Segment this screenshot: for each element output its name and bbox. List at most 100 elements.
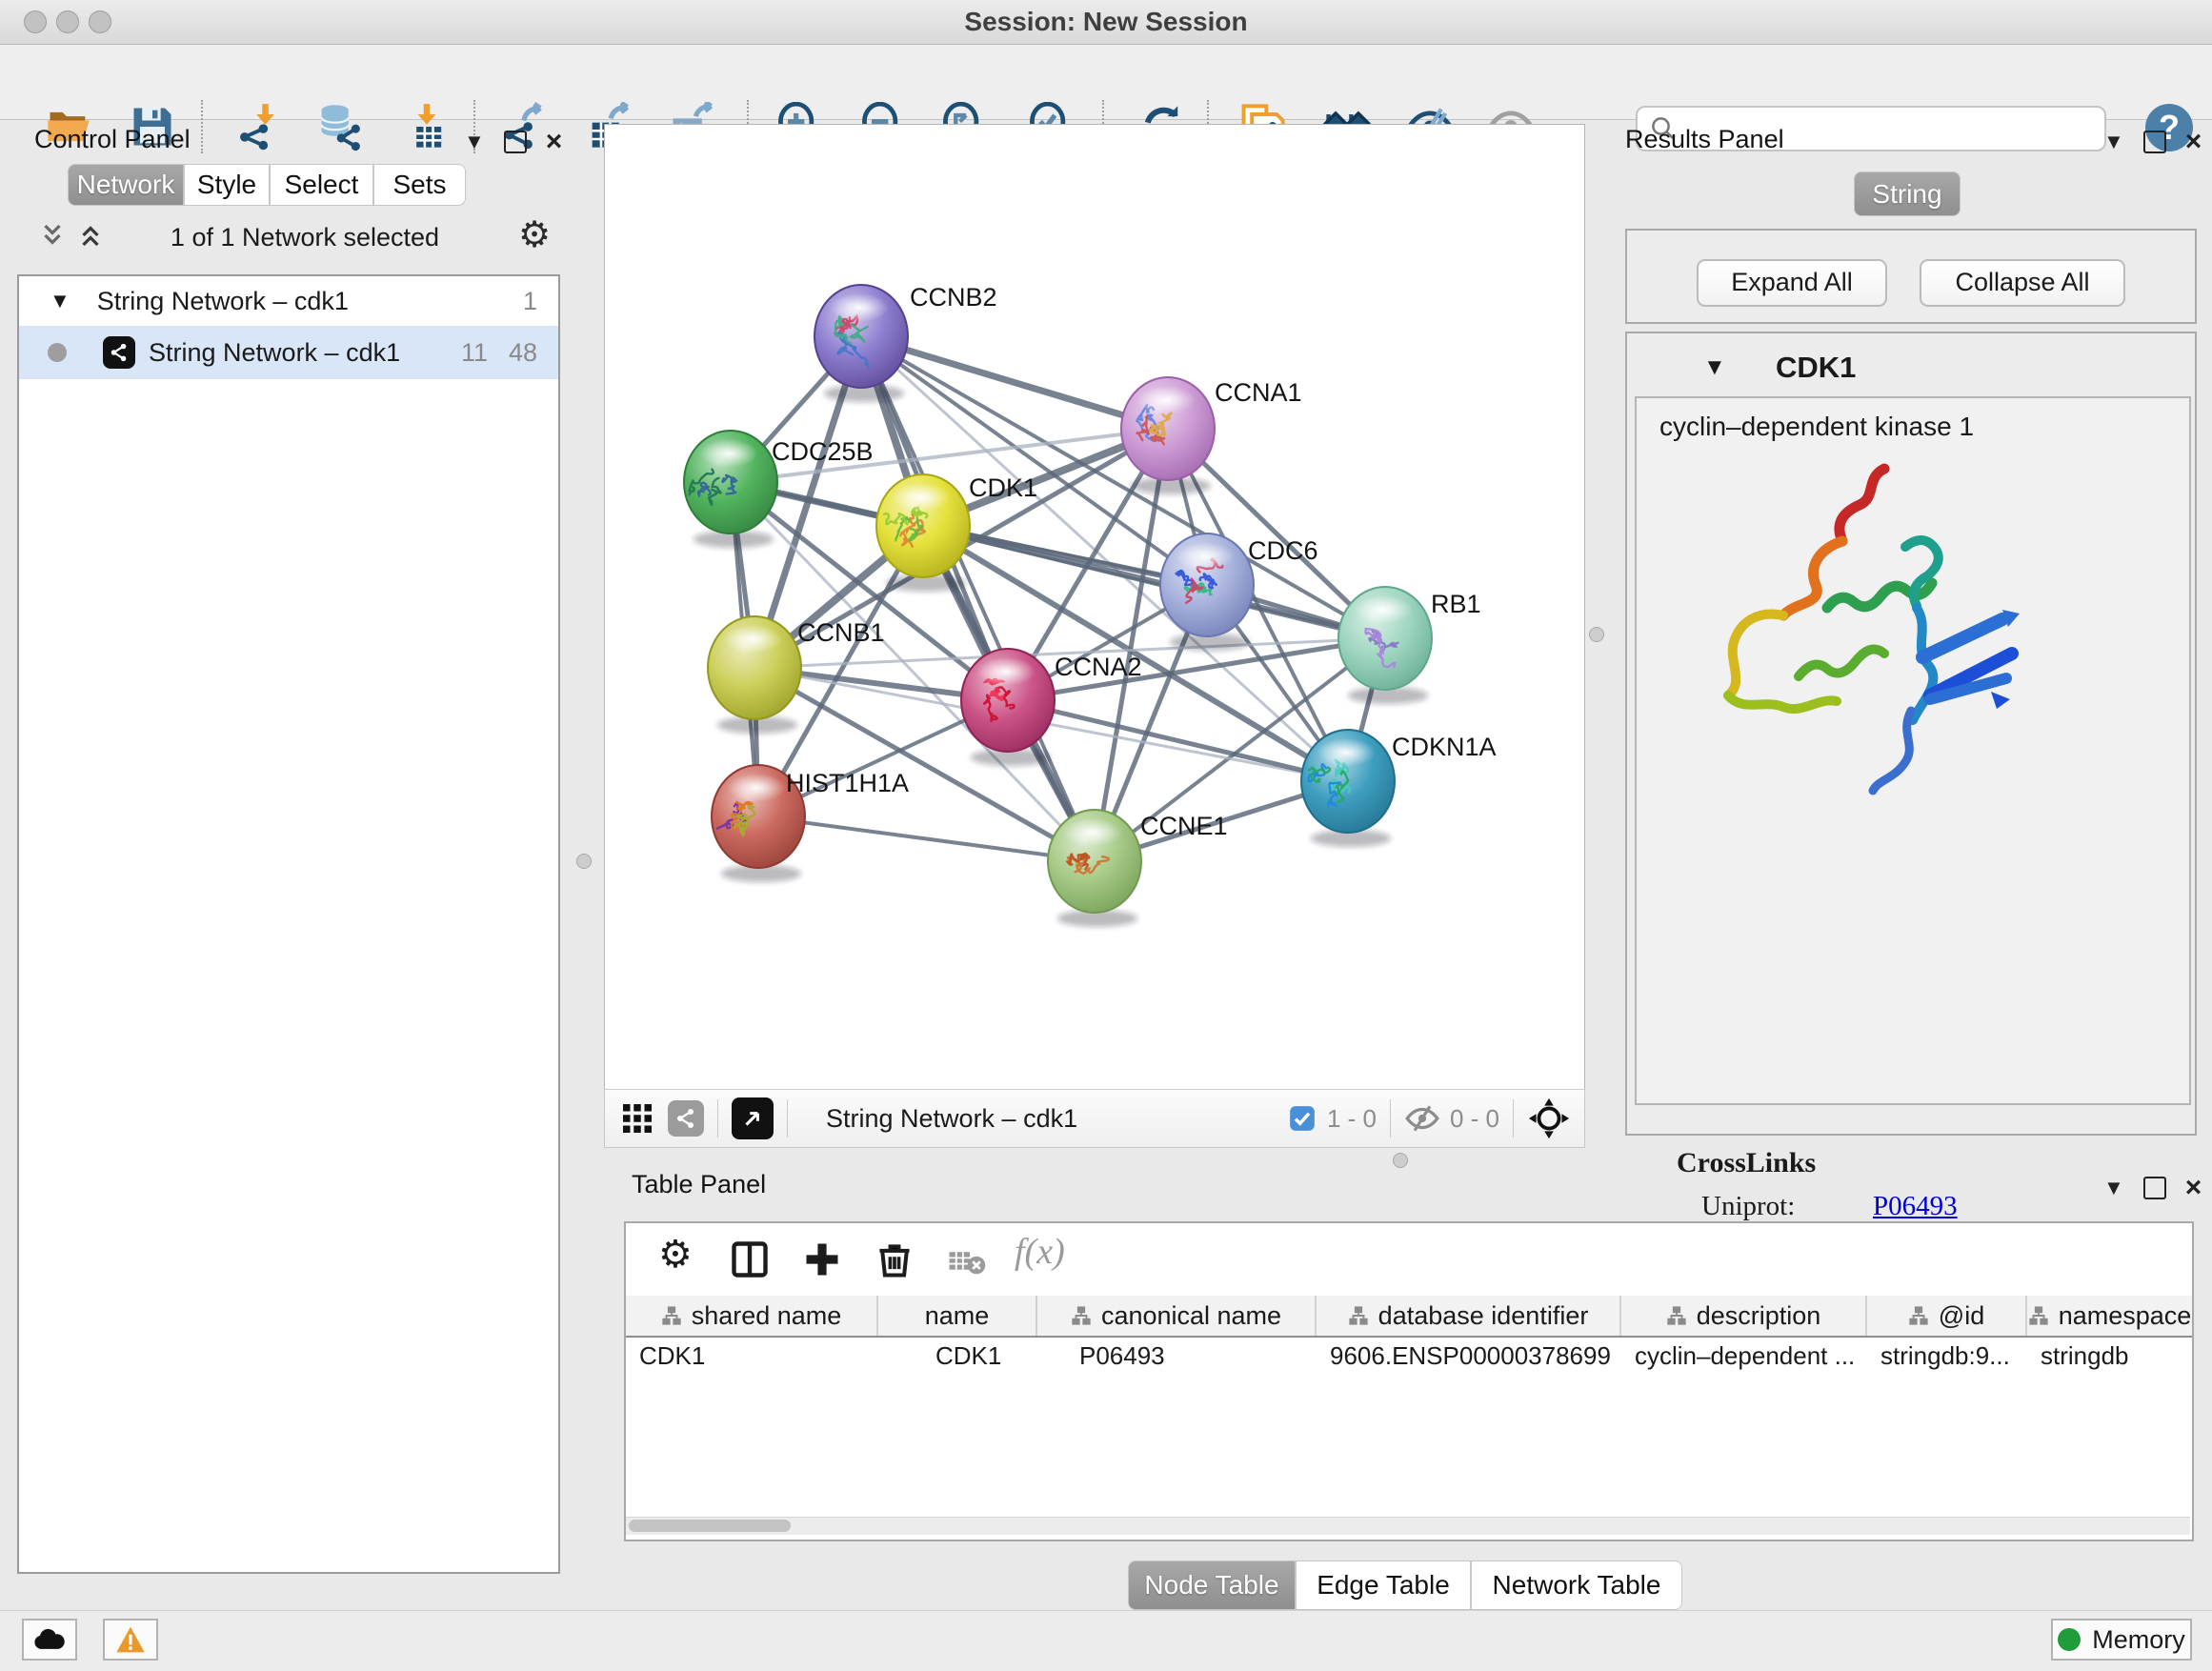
grid-view-icon[interactable]	[620, 1101, 654, 1136]
cell-id[interactable]: stringdb:9...	[1867, 1336, 2027, 1376]
birdseye-navigator-icon[interactable]	[1527, 1097, 1571, 1140]
results-entry-box: ▼ CDK1 cyclin–dependent kinase 1	[1625, 332, 2197, 1136]
tab-network[interactable]: Network	[68, 164, 184, 206]
node-label-CCNB1: CCNB1	[797, 618, 885, 647]
network-options-gear-icon[interactable]: ⚙	[518, 213, 551, 255]
import-table-file-button[interactable]	[400, 100, 453, 153]
cell-canonical-name[interactable]: P06493	[1037, 1336, 1317, 1376]
network-status-dot-icon	[48, 343, 67, 362]
network-collection-row[interactable]: ▼ String Network – cdk1 1	[19, 276, 558, 326]
panel-close-icon[interactable]: ×	[546, 132, 563, 151]
footer-divider	[787, 1099, 788, 1137]
table-panel-title: Table Panel	[632, 1170, 766, 1199]
string-network-graph[interactable]: CCNB2CCNA1CDC25BCDK1CDC6RB1CCNB1CCNA2CDK…	[605, 125, 1584, 1090]
node-gloss-highlight	[892, 483, 951, 512]
results-buttons-box: Expand All Collapse All	[1625, 229, 2197, 324]
footer-divider	[717, 1099, 718, 1137]
import-network-file-button[interactable]	[232, 100, 286, 153]
column-header-id[interactable]: @id	[1867, 1296, 2027, 1336]
cloud-status-button[interactable]	[22, 1619, 77, 1661]
node-gloss-highlight	[1354, 595, 1413, 624]
tab-string[interactable]: String	[1854, 171, 1961, 216]
memory-button[interactable]: Memory	[2051, 1619, 2192, 1661]
tab-node-table[interactable]: Node Table	[1128, 1560, 1296, 1610]
column-header-namespace[interactable]: namespace	[2027, 1296, 2192, 1336]
table-options-gear-icon[interactable]: ⚙	[658, 1233, 693, 1277]
table-row[interactable]: CDK1 CDK1 P06493 9606.ENSP00000378699 cy…	[626, 1336, 2192, 1376]
database-icon	[314, 102, 364, 151]
panel-menu-icon[interactable]: ▼	[2103, 1176, 2124, 1200]
tab-sets[interactable]: Sets	[373, 164, 466, 206]
left-splitter-handle[interactable]	[576, 854, 592, 869]
panel-float-icon[interactable]	[2143, 131, 2166, 153]
network-node-CCNA1[interactable]	[1121, 377, 1215, 494]
panel-menu-icon[interactable]: ▼	[2103, 130, 2124, 154]
cell-shared-name[interactable]: CDK1	[626, 1336, 878, 1376]
network-edge-HIST1H1A-CCNE1[interactable]	[758, 816, 1095, 861]
panel-float-icon[interactable]	[2143, 1177, 2166, 1199]
cell-database-identifier[interactable]: 9606.ENSP00000378699	[1317, 1336, 1621, 1376]
selected-checkbox-icon[interactable]	[1289, 1105, 1316, 1132]
network-row-selected[interactable]: String Network – cdk1 11 48	[19, 326, 558, 379]
network-node-CCNE1[interactable]	[1048, 810, 1141, 927]
network-node-CDKN1A[interactable]	[1301, 730, 1395, 847]
collapse-all-button[interactable]: Collapse All	[1920, 259, 2125, 307]
column-header-shared-name[interactable]: shared name	[626, 1296, 878, 1336]
node-label-CCNA1: CCNA1	[1215, 378, 1302, 407]
control-panel-title: Control Panel	[34, 125, 191, 154]
network-column-icon	[1666, 1305, 1687, 1326]
delete-column-trash-icon[interactable]	[874, 1238, 915, 1280]
open-in-window-button[interactable]	[732, 1097, 774, 1139]
current-network-title: String Network – cdk1	[826, 1104, 1077, 1134]
table-panel-window-buttons: ▼ ×	[2103, 1176, 2202, 1200]
collapse-all-networks-button[interactable]	[38, 221, 67, 254]
crosslink-uniprot-link[interactable]: P06493	[1873, 1191, 1958, 1222]
node-gloss-highlight	[1176, 542, 1235, 571]
column-header-canonical-name[interactable]: canonical name	[1037, 1296, 1317, 1336]
scrollbar-thumb[interactable]	[629, 1520, 791, 1532]
tab-style[interactable]: Style	[184, 164, 270, 206]
expand-all-button[interactable]: Expand All	[1697, 259, 1887, 307]
column-header-database-identifier[interactable]: database identifier	[1317, 1296, 1621, 1336]
network-node-RB1[interactable]	[1338, 587, 1432, 704]
panel-menu-icon[interactable]: ▼	[464, 130, 485, 154]
node-gloss-highlight	[1317, 738, 1376, 767]
double-chevron-down-icon	[38, 221, 67, 250]
network-node-CCNB1[interactable]	[708, 616, 801, 734]
panel-close-icon[interactable]: ×	[2185, 1178, 2202, 1198]
network-canvas[interactable]: CCNB2CCNA1CDC25BCDK1CDC6RB1CCNB1CCNA2CDK…	[604, 124, 1585, 1091]
node-label-CDKN1A: CDKN1A	[1392, 733, 1497, 761]
network-view-share-icon[interactable]	[668, 1100, 704, 1137]
warnings-button[interactable]	[103, 1619, 158, 1661]
right-splitter-handle[interactable]	[1589, 627, 1604, 642]
expand-all-networks-button[interactable]	[76, 221, 105, 254]
network-column-icon	[2028, 1305, 2049, 1326]
table-horizontal-scrollbar[interactable]	[626, 1517, 2190, 1535]
cell-name[interactable]: CDK1	[878, 1336, 1037, 1376]
create-column-plus-icon[interactable]	[801, 1238, 843, 1280]
cell-namespace[interactable]: stringdb	[2027, 1336, 2192, 1376]
column-header-description[interactable]: description	[1621, 1296, 1867, 1336]
entry-collapse-triangle-icon[interactable]: ▼	[1703, 354, 1726, 381]
hidden-eye-slash-icon[interactable]	[1404, 1100, 1440, 1137]
footer-divider	[1390, 1099, 1391, 1137]
import-network-database-button[interactable]	[312, 100, 366, 153]
bottom-splitter-handle[interactable]	[1393, 1153, 1408, 1168]
cell-description[interactable]: cyclin–dependent ...	[1621, 1336, 1867, 1376]
tab-edge-table[interactable]: Edge Table	[1296, 1560, 1471, 1610]
network-node-CCNB2[interactable]	[814, 285, 908, 402]
entry-gene-name: CDK1	[1776, 351, 1856, 385]
panel-close-icon[interactable]: ×	[2185, 132, 2202, 151]
column-header-name[interactable]: name	[878, 1296, 1037, 1336]
show-columns-icon[interactable]	[729, 1238, 771, 1280]
node-label-RB1: RB1	[1431, 590, 1481, 618]
network-node-CDC25B[interactable]	[684, 431, 777, 548]
collapse-triangle-icon[interactable]: ▼	[50, 289, 70, 313]
footer-divider	[1513, 1099, 1514, 1137]
collection-count: 1	[523, 287, 537, 316]
tab-network-table[interactable]: Network Table	[1471, 1560, 1682, 1610]
panel-float-icon[interactable]	[504, 131, 527, 153]
results-panel-window-buttons: ▼ ×	[2103, 130, 2202, 154]
status-bar: Memory	[0, 1610, 2212, 1671]
tab-select[interactable]: Select	[270, 164, 373, 206]
